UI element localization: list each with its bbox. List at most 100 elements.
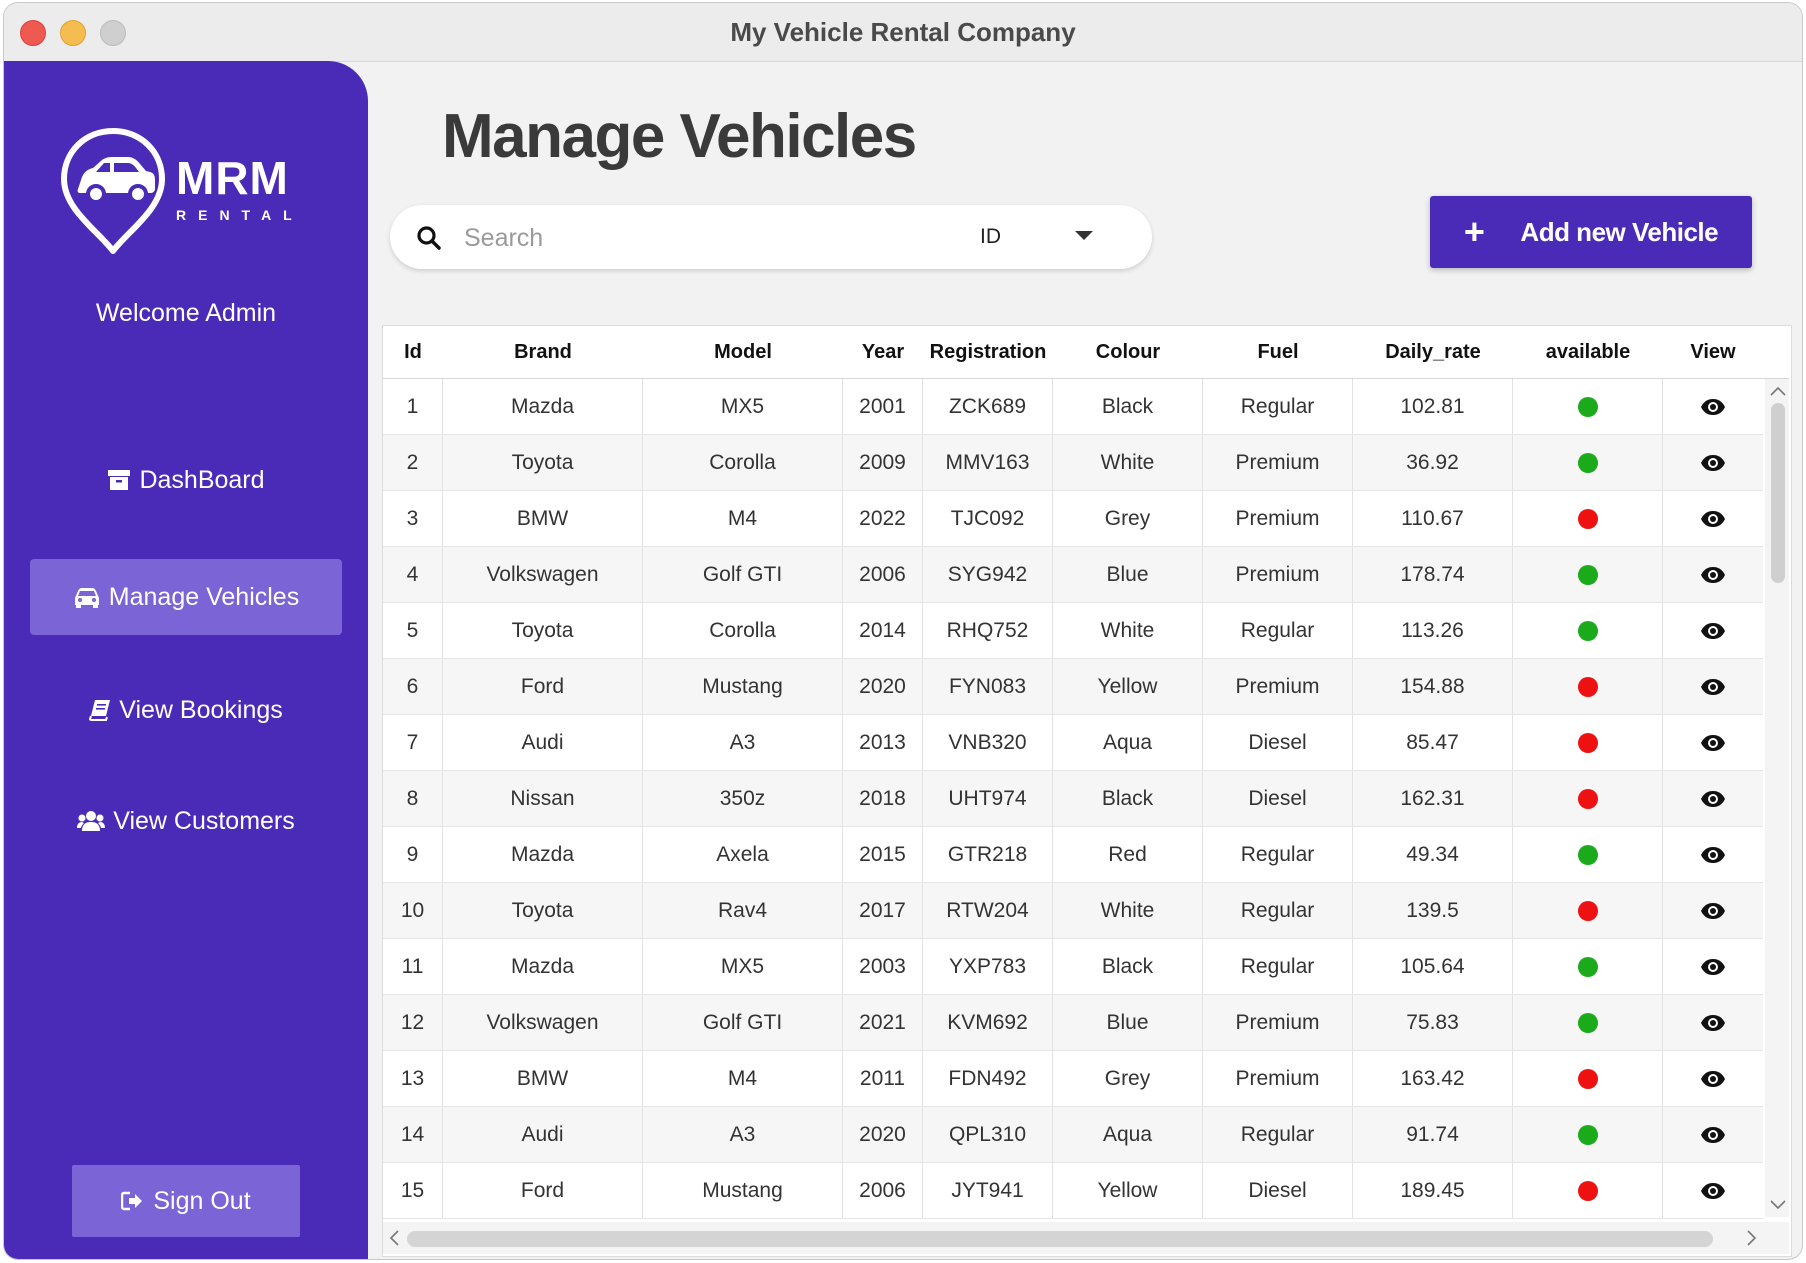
eye-icon[interactable] <box>1700 566 1726 584</box>
chevron-down-icon[interactable] <box>1074 229 1094 247</box>
cell-daily-rate: 189.45 <box>1353 1163 1513 1218</box>
sidebar-item-dashboard[interactable]: DashBoard <box>30 442 342 518</box>
column-header-registration[interactable]: Registration <box>923 326 1053 378</box>
eye-icon[interactable] <box>1700 790 1726 808</box>
sign-out-icon <box>121 1191 143 1211</box>
eye-icon[interactable] <box>1700 958 1726 976</box>
table-row[interactable]: 14 Audi A3 2020 QPL310 Aqua Regular 91.74 <box>383 1107 1763 1163</box>
table-row[interactable]: 13 BMW M4 2011 FDN492 Grey Premium 163.42 <box>383 1051 1763 1107</box>
eye-icon[interactable] <box>1700 622 1726 640</box>
cell-available <box>1513 1051 1663 1106</box>
eye-icon[interactable] <box>1700 846 1726 864</box>
cell-id: 5 <box>383 603 443 658</box>
cell-year: 2001 <box>843 379 923 434</box>
horizontal-scrollbar[interactable] <box>383 1222 1789 1254</box>
cell-colour: White <box>1053 435 1203 490</box>
search-filter-select[interactable]: ID <box>980 219 1130 255</box>
horizontal-scroll-thumb[interactable] <box>407 1231 1713 1247</box>
search-input[interactable] <box>462 219 886 257</box>
cell-id: 15 <box>383 1163 443 1218</box>
unavailable-status-icon <box>1577 733 1598 754</box>
cell-fuel: Regular <box>1203 603 1353 658</box>
table-row[interactable]: 7 Audi A3 2013 VNB320 Aqua Diesel 85.47 <box>383 715 1763 771</box>
eye-icon[interactable] <box>1700 1014 1726 1032</box>
eye-icon[interactable] <box>1700 1182 1726 1200</box>
cell-daily-rate: 105.64 <box>1353 939 1513 994</box>
cell-view <box>1663 603 1763 658</box>
vertical-scroll-thumb[interactable] <box>1771 403 1785 583</box>
cell-colour: White <box>1053 603 1203 658</box>
table-row[interactable]: 5 Toyota Corolla 2014 RHQ752 White Regular 113.… <box>383 603 1763 659</box>
cell-registration: RTW204 <box>923 883 1053 938</box>
table-row[interactable]: 11 Mazda MX5 2003 YXP783 Black Regular 105.64 <box>383 939 1763 995</box>
cell-brand: Mazda <box>443 379 643 434</box>
eye-icon[interactable] <box>1700 902 1726 920</box>
cell-model: M4 <box>643 491 843 546</box>
cell-brand: Ford <box>443 659 643 714</box>
cell-brand: Audi <box>443 715 643 770</box>
sidebar-item-label: View Customers <box>113 806 295 835</box>
car-icon <box>73 586 101 608</box>
plus-icon: + <box>1463 211 1485 252</box>
available-status-icon <box>1577 957 1598 978</box>
cell-brand: Toyota <box>443 883 643 938</box>
column-header-daily-rate[interactable]: Daily_rate <box>1353 326 1513 378</box>
cell-available <box>1513 995 1663 1050</box>
cell-id: 6 <box>383 659 443 714</box>
cell-id: 7 <box>383 715 443 770</box>
column-header-colour[interactable]: Colour <box>1053 326 1203 378</box>
cell-fuel: Premium <box>1203 995 1353 1050</box>
cell-daily-rate: 91.74 <box>1353 1107 1513 1162</box>
sidebar-item-view-customers[interactable]: View Customers <box>30 783 342 859</box>
eye-icon[interactable] <box>1700 454 1726 472</box>
cell-model: Corolla <box>643 435 843 490</box>
column-header-fuel[interactable]: Fuel <box>1203 326 1353 378</box>
eye-icon[interactable] <box>1700 510 1726 528</box>
column-header-brand[interactable]: Brand <box>443 326 643 378</box>
search-bar: ID <box>390 205 1152 269</box>
cell-available <box>1513 715 1663 770</box>
sidebar-item-manage-vehicles[interactable]: Manage Vehicles <box>30 559 342 635</box>
column-header-model[interactable]: Model <box>643 326 843 378</box>
cell-available <box>1513 491 1663 546</box>
table-row[interactable]: 15 Ford Mustang 2006 JYT941 Yellow Diesel 189.4… <box>383 1163 1763 1219</box>
vertical-scrollbar[interactable] <box>1765 379 1789 1217</box>
sidebar-item-label: Manage Vehicles <box>108 582 300 611</box>
eye-icon[interactable] <box>1700 734 1726 752</box>
table-row[interactable]: 9 Mazda Axela 2015 GTR218 Red Regular 49.34 <box>383 827 1763 883</box>
table-row[interactable]: 12 Volkswagen Golf GTI 2021 KVM692 Blue Premiu… <box>383 995 1763 1051</box>
column-header-view[interactable]: View <box>1663 326 1763 378</box>
eye-icon[interactable] <box>1700 678 1726 696</box>
table-row[interactable]: 8 Nissan 350z 2018 UHT974 Black Diesel 162.31 <box>383 771 1763 827</box>
scroll-left-icon[interactable] <box>389 1230 399 1251</box>
unavailable-status-icon <box>1577 509 1598 530</box>
table-row[interactable]: 4 Volkswagen Golf GTI 2006 SYG942 Blue Premium… <box>383 547 1763 603</box>
column-header-id[interactable]: Id <box>383 326 443 378</box>
cell-year: 2014 <box>843 603 923 658</box>
cell-view <box>1663 883 1763 938</box>
cell-fuel: Diesel <box>1203 771 1353 826</box>
cell-model: MX5 <box>643 379 843 434</box>
table-row[interactable]: 1 Mazda MX5 2001 ZCK689 Black Regular 102.81 <box>383 379 1763 435</box>
cell-model: A3 <box>643 715 843 770</box>
column-header-available[interactable]: available <box>1513 326 1663 378</box>
sign-out-button[interactable]: Sign Out <box>72 1165 300 1237</box>
eye-icon[interactable] <box>1700 1126 1726 1144</box>
scroll-down-icon[interactable] <box>1770 1197 1786 1215</box>
column-header-year[interactable]: Year <box>843 326 923 378</box>
scroll-right-icon[interactable] <box>1747 1230 1757 1251</box>
table-row[interactable]: 3 BMW M4 2022 TJC092 Grey Premium 110.67 <box>383 491 1763 547</box>
scroll-up-icon[interactable] <box>1770 383 1786 401</box>
cell-model: A3 <box>643 1107 843 1162</box>
eye-icon[interactable] <box>1700 398 1726 416</box>
cell-view <box>1663 827 1763 882</box>
table-row[interactable]: 2 Toyota Corolla 2009 MMV163 White Premium 36.9… <box>383 435 1763 491</box>
sidebar-item-view-bookings[interactable]: View Bookings <box>30 672 342 748</box>
table-row[interactable]: 6 Ford Mustang 2020 FYN083 Yellow Premium 154.8… <box>383 659 1763 715</box>
cell-model: Golf GTI <box>643 995 843 1050</box>
eye-icon[interactable] <box>1700 1070 1726 1088</box>
add-new-vehicle-button[interactable]: + Add new Vehicle <box>1430 196 1752 268</box>
table-row[interactable]: 10 Toyota Rav4 2017 RTW204 White Regular 139.5 <box>383 883 1763 939</box>
cell-year: 2006 <box>843 1163 923 1218</box>
cell-colour: Black <box>1053 379 1203 434</box>
